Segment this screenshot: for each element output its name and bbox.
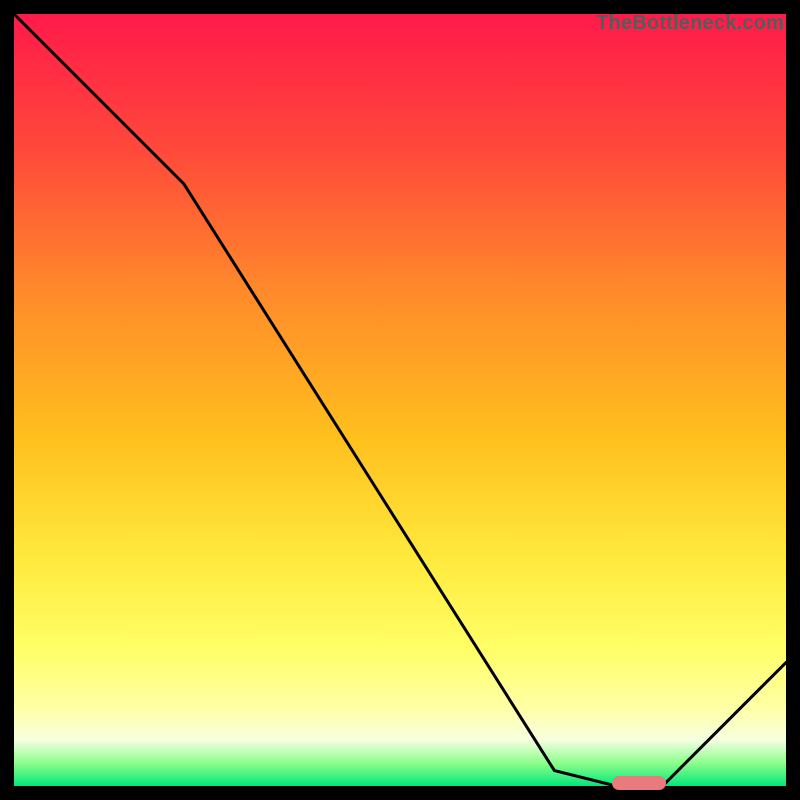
chart-gradient-background: TheBottleneck.com (14, 14, 786, 786)
optimal-range-marker (612, 776, 666, 790)
chart-frame: TheBottleneck.com (0, 0, 800, 800)
bottleneck-curve (14, 14, 786, 786)
